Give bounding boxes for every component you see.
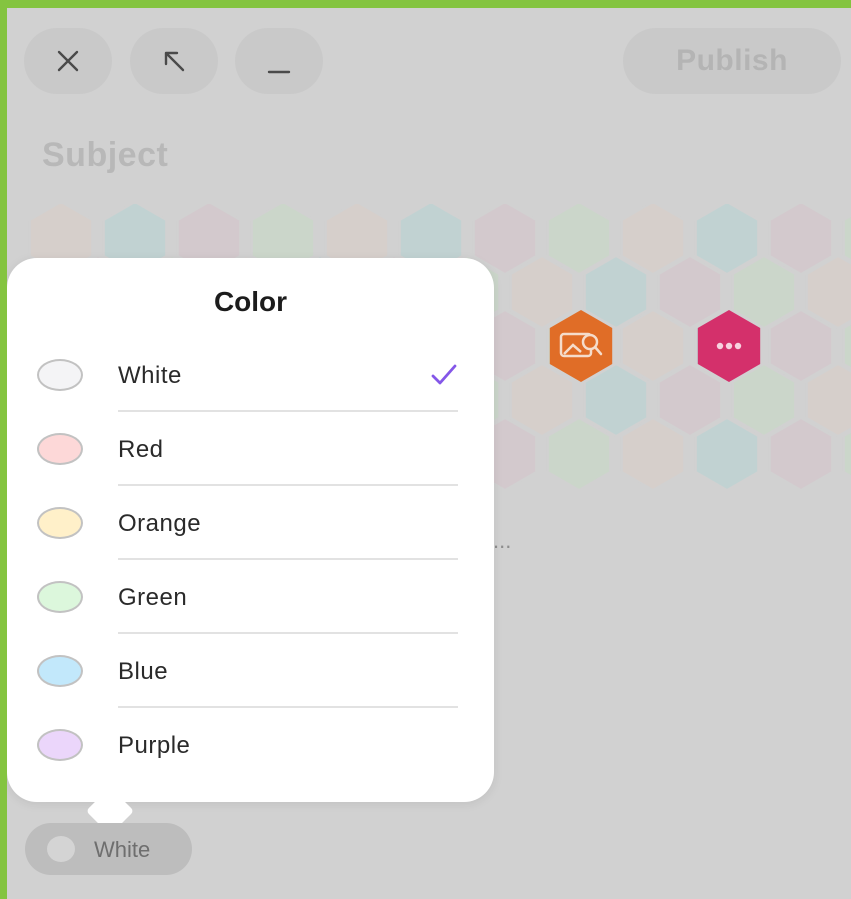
color-option-label: Green — [118, 584, 188, 611]
blue-swatch-icon — [37, 655, 83, 687]
hex-tile — [546, 204, 612, 276]
hex-tile — [731, 254, 797, 330]
checkmark-icon — [431, 364, 457, 385]
orange-swatch-icon — [37, 507, 83, 539]
hex-tile — [583, 254, 649, 330]
hex-tile — [620, 308, 686, 384]
editor-screen: Publish Subject ... Color White Red Oran… — [7, 8, 851, 899]
minimize-button[interactable] — [235, 28, 323, 94]
close-icon — [57, 50, 79, 72]
close-button[interactable] — [24, 28, 112, 94]
subject-input[interactable]: Subject — [42, 136, 168, 175]
color-option-label: Orange — [118, 510, 202, 537]
hex-tile — [509, 362, 575, 438]
color-option-orange[interactable]: Orange — [7, 486, 494, 560]
hex-tile — [657, 362, 723, 438]
color-picker-popover: Color White Red Orange Green Blue Purple — [7, 258, 494, 802]
color-option-label: Blue — [118, 658, 169, 685]
publish-button[interactable]: Publish — [623, 28, 841, 94]
hex-tile — [694, 204, 760, 276]
color-dot-icon — [47, 836, 75, 862]
hex-tile — [620, 416, 686, 492]
hex-tile — [509, 254, 575, 330]
content-ellipsis: ... — [493, 528, 512, 553]
color-option-blue[interactable]: Blue — [7, 634, 494, 708]
color-option-label: White — [118, 362, 182, 389]
hex-tile — [768, 416, 834, 492]
hex-tile — [472, 204, 538, 276]
hex-tile — [768, 204, 834, 276]
color-option-label: Purple — [118, 732, 191, 759]
color-option-red[interactable]: Red — [7, 412, 494, 486]
hex-tile — [620, 204, 686, 276]
color-option-label: Red — [118, 436, 164, 463]
minimize-icon — [267, 70, 291, 74]
hex-tile — [694, 416, 760, 492]
hex-tile — [546, 416, 612, 492]
hex-tile — [657, 254, 723, 330]
hex-tile — [583, 362, 649, 438]
hex-tile — [731, 362, 797, 438]
white-swatch-icon — [37, 359, 83, 391]
color-option-green[interactable]: Green — [7, 560, 494, 634]
more-icon — [716, 342, 742, 350]
color-picker-title: Color — [213, 286, 288, 317]
color-selector-button[interactable]: White — [25, 823, 192, 875]
green-swatch-icon — [37, 581, 83, 613]
color-option-purple[interactable]: Purple — [7, 708, 494, 782]
purple-swatch-icon — [37, 729, 83, 761]
hex-tile — [768, 308, 834, 384]
arrow-up-left-icon — [164, 51, 185, 72]
red-swatch-icon — [37, 433, 83, 465]
expand-button[interactable] — [130, 28, 218, 94]
color-option-white[interactable]: White — [7, 338, 494, 412]
color-selector-label: White — [94, 837, 151, 862]
